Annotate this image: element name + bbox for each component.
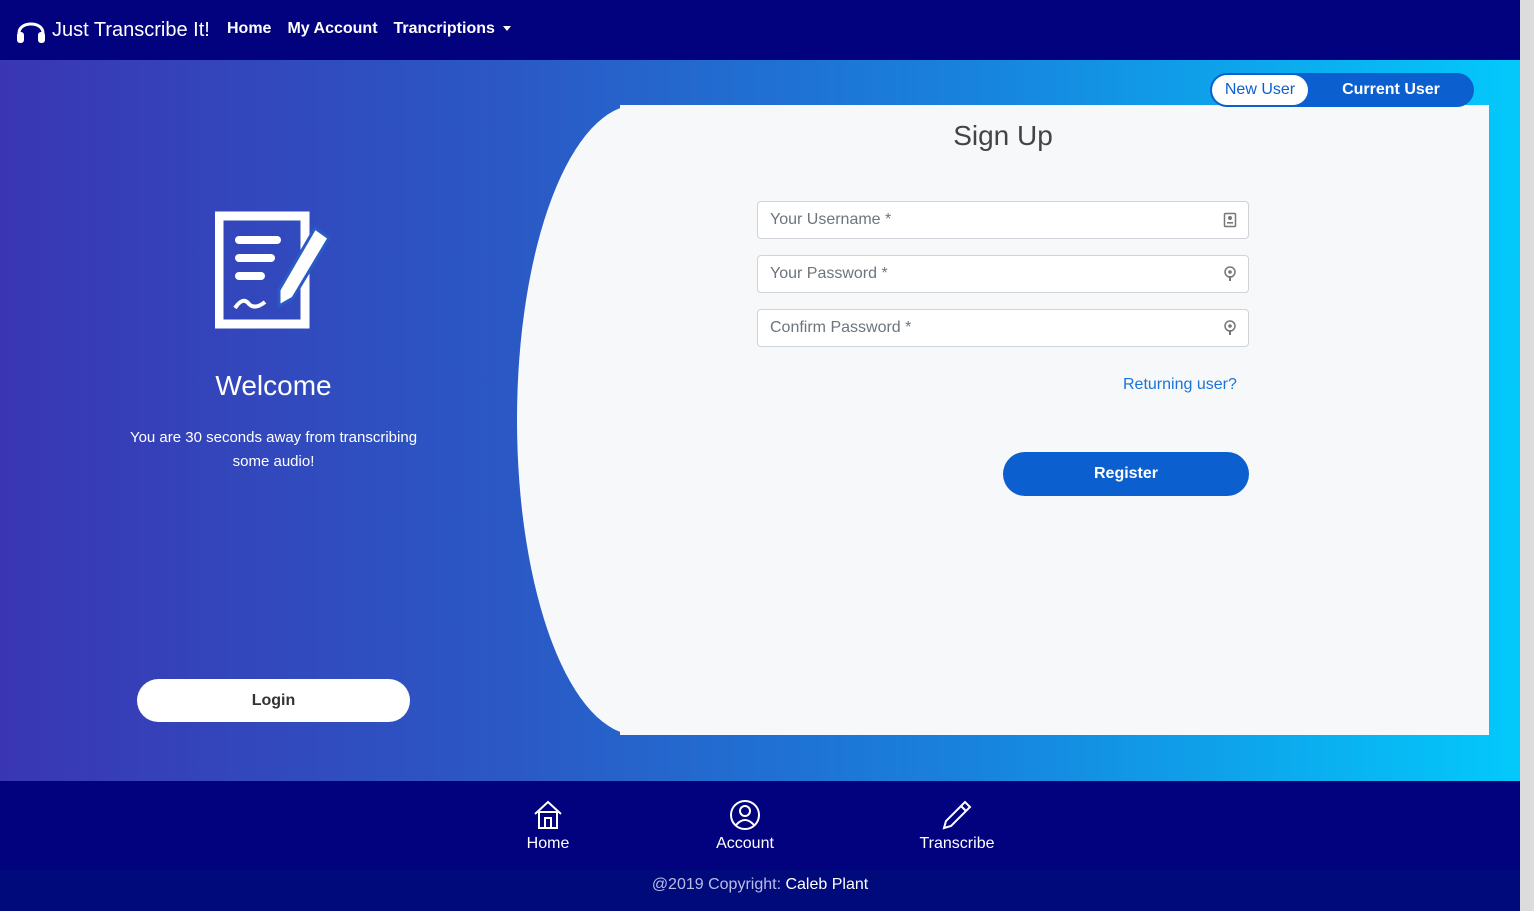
username-input[interactable] (758, 202, 1223, 238)
password-input[interactable] (758, 256, 1223, 292)
confirm-password-field (757, 309, 1249, 347)
signup-card (620, 105, 1489, 735)
nav-transcriptions-label: Trancriptions (393, 20, 495, 37)
brand-link[interactable]: Just Transcribe It! (14, 14, 210, 46)
document-pen-icon (214, 211, 331, 329)
copyright-bar: @2019 Copyright: Caleb Plant (0, 870, 1520, 911)
footer-account-label: Account (716, 835, 774, 852)
copyright-label: @2019 Copyright: (651, 876, 782, 893)
key-icon (1224, 320, 1236, 335)
register-button[interactable]: Register (1003, 452, 1249, 496)
caret-down-icon (502, 26, 511, 32)
nav-transcriptions-dropdown[interactable]: Trancriptions (394, 20, 511, 38)
page-scrollbar[interactable] (1520, 0, 1534, 911)
username-field (757, 201, 1249, 239)
footer-nav: Home Account Transcribe (0, 781, 1520, 870)
nav-account-link[interactable]: My Account (287, 20, 377, 38)
confirm-password-input[interactable] (758, 310, 1223, 346)
password-field (757, 255, 1249, 293)
welcome-title: Welcome (215, 370, 332, 401)
home-icon (534, 800, 562, 829)
key-icon (1224, 266, 1236, 281)
new-user-toggle[interactable]: New User (1212, 75, 1308, 105)
headphones-icon (17, 22, 45, 43)
footer-home-link[interactable]: Home (515, 799, 581, 853)
footer-transcribe-link[interactable]: Transcribe (918, 799, 996, 853)
pencil-icon (942, 800, 972, 830)
welcome-panel: Welcome You are 30 seconds away from tra… (100, 210, 447, 474)
returning-user-link[interactable]: Returning user? (1123, 376, 1237, 394)
user-type-toggle: New User Current User (1210, 73, 1474, 107)
id-card-icon (1223, 212, 1237, 228)
signup-title: Sign Up (953, 120, 1053, 151)
brand-text: Just Transcribe It! (52, 18, 210, 41)
nav-links: Home My Account Trancriptions (227, 20, 527, 38)
welcome-subtitle: You are 30 seconds away from transcribin… (129, 429, 418, 470)
copyright-name-link[interactable]: Caleb Plant (785, 876, 868, 893)
nav-home-link[interactable]: Home (227, 20, 271, 38)
login-button[interactable]: Login (137, 679, 410, 722)
footer-home-label: Home (526, 835, 570, 852)
footer-transcribe-label: Transcribe (919, 835, 995, 852)
hero-section: Welcome You are 30 seconds away from tra… (0, 60, 1520, 781)
top-navbar: Just Transcribe It! Home My Account Tran… (0, 0, 1520, 60)
user-circle-icon (730, 800, 760, 830)
footer-account-link[interactable]: Account (712, 799, 778, 853)
current-user-toggle[interactable]: Current User (1308, 81, 1474, 99)
